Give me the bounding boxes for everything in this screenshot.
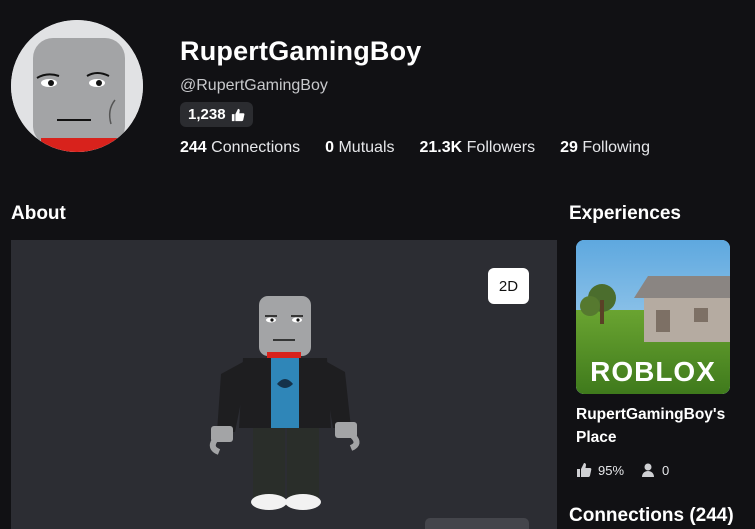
stat-label: Following: [582, 139, 650, 156]
experience-thumbnail-logo: ROBLOX: [590, 356, 716, 387]
viewer-control-tab[interactable]: [425, 518, 529, 529]
profile-avatar[interactable]: [11, 20, 143, 152]
stat-following[interactable]: 29 Following: [560, 139, 650, 157]
experiences-heading: Experiences: [569, 203, 681, 224]
connections-heading[interactable]: Connections (244): [569, 505, 734, 527]
stat-value: 29: [560, 139, 578, 156]
experience-stats: 95% 0: [576, 462, 685, 478]
rating-value: 95%: [598, 462, 625, 478]
display-name: RupertGamingBoy: [180, 36, 422, 66]
username: @RupertGamingBoy: [180, 77, 328, 94]
stat-mutuals[interactable]: 0 Mutuals: [325, 139, 394, 157]
thumbs-up-icon: [577, 463, 592, 477]
avatar-3d-viewer[interactable]: 2D: [11, 240, 557, 529]
avatar-headshot: [11, 20, 143, 152]
stat-label: Followers: [466, 139, 536, 156]
avatar-full-body: [209, 296, 360, 510]
likes-count: 1,238: [188, 106, 226, 123]
stat-followers[interactable]: 21.3K Followers: [420, 139, 536, 157]
profile-stats: 244 Connections 0 Mutuals 21.3K Follower…: [180, 139, 675, 157]
experience-rating: 95%: [576, 462, 624, 478]
toggle-2d-button[interactable]: 2D: [488, 268, 529, 304]
likes-badge: 1,238: [180, 102, 253, 127]
experience-players: 0: [640, 462, 669, 478]
players-value: 0: [662, 462, 670, 478]
about-heading: About: [11, 203, 66, 224]
experience-thumbnail[interactable]: ROBLOX: [576, 240, 730, 394]
stat-label: Connections: [211, 139, 301, 156]
stat-label: Mutuals: [338, 139, 395, 156]
user-icon: [642, 463, 655, 477]
stat-value: 244: [180, 139, 207, 156]
stat-value: 21.3K: [419, 139, 463, 156]
stat-value: 0: [325, 139, 335, 156]
stat-connections[interactable]: 244 Connections: [180, 139, 300, 157]
thumbs-up-icon: [231, 108, 244, 121]
experience-name[interactable]: RupertGamingBoy's Place: [576, 403, 746, 449]
